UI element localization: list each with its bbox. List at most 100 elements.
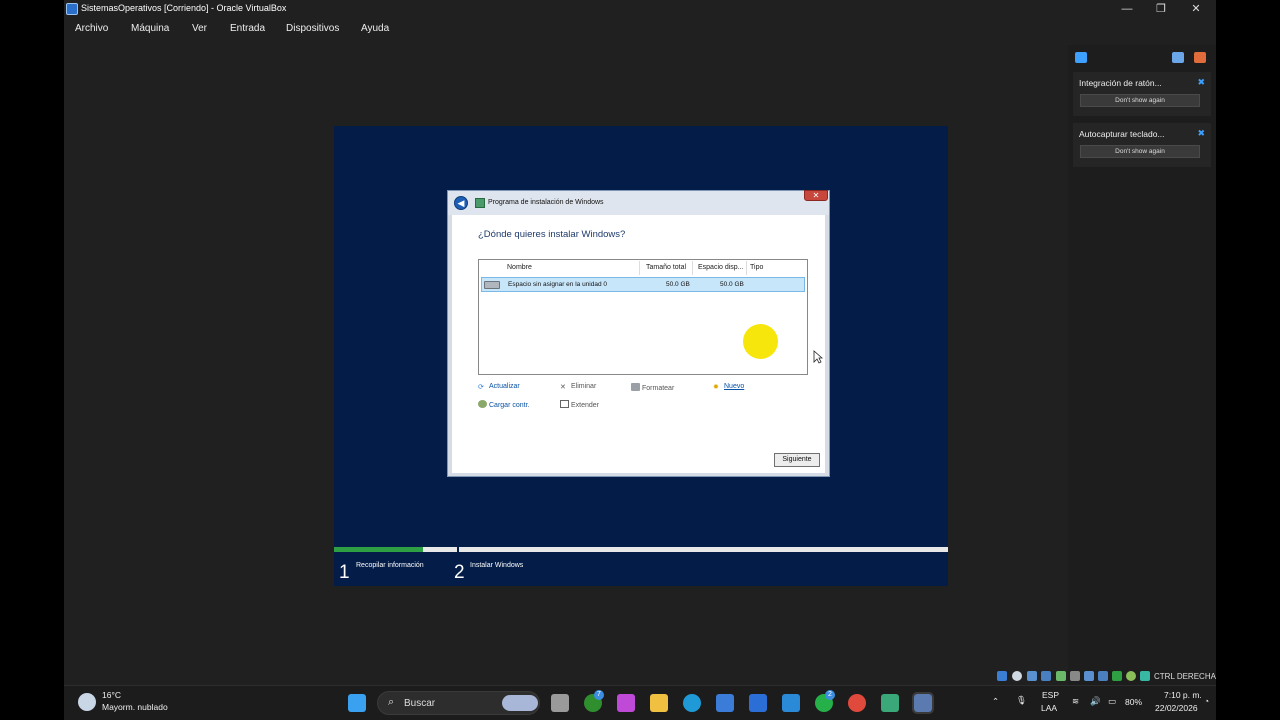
step1-label: Recopilar información	[356, 562, 424, 569]
recording-icon[interactable]	[1098, 671, 1108, 681]
menu-ayuda[interactable]: Ayuda	[361, 23, 389, 34]
extend-label: Extender	[571, 402, 600, 409]
extend-icon	[560, 400, 569, 408]
vm-status-bar: CTRL DERECHA	[994, 670, 1216, 684]
col-separator	[639, 261, 640, 275]
step1-number: 1	[339, 562, 350, 583]
col-nombre[interactable]: Nombre	[507, 264, 532, 271]
shared-folders-icon[interactable]	[1070, 671, 1080, 681]
clock-time[interactable]: 7:10 p. m.	[1164, 690, 1202, 700]
chevron-up-icon[interactable]: ⌃	[992, 696, 999, 707]
load-driver-label: Cargar contr.	[489, 402, 530, 409]
sort-icon[interactable]	[1172, 52, 1184, 63]
delete-icon: ✕	[560, 384, 566, 391]
menu-bar: Archivo Máquina Ver Entrada Dispositivos…	[64, 19, 1216, 39]
minimize-button[interactable]: —	[1110, 1, 1144, 17]
progress-step1-rest	[423, 547, 457, 552]
clock-date[interactable]: 22/02/2026	[1155, 703, 1198, 713]
app-icon[interactable]	[749, 694, 767, 712]
hdd-icon[interactable]	[997, 671, 1007, 681]
menu-archivo[interactable]: Archivo	[75, 23, 108, 34]
search-icon: ⌕	[388, 696, 395, 708]
delete-label: Eliminar	[571, 383, 597, 390]
task-view-icon[interactable]	[551, 694, 569, 712]
format-label: Formatear	[642, 385, 675, 392]
vscode-icon[interactable]	[881, 694, 899, 712]
back-arrow-icon[interactable]: ◀	[454, 196, 468, 210]
menu-maquina[interactable]: Máquina	[131, 23, 169, 34]
close-button[interactable]: ✕	[1179, 1, 1213, 17]
menu-dispositivos[interactable]: Dispositivos	[286, 23, 339, 34]
load-driver-link[interactable]: Cargar contr.	[478, 400, 529, 409]
row-name: Espacio sin asignar en la unidad 0	[508, 281, 608, 288]
chrome-icon[interactable]	[848, 694, 866, 712]
network-icon[interactable]	[1041, 671, 1051, 681]
close-icon[interactable]: ✖	[1197, 128, 1205, 139]
col-espacio-disp[interactable]: Espacio disp...	[698, 264, 744, 271]
disk-icon	[484, 281, 500, 289]
vm-display[interactable]: ◀ Programa de instalación de Windows ✕ ¿…	[334, 126, 948, 586]
row-total: 50.0 GB	[666, 281, 690, 288]
col-separator	[692, 261, 693, 275]
cursor-highlight	[743, 324, 778, 359]
row-free: 50.0 GB	[720, 281, 744, 288]
extend-link[interactable]: Extender	[560, 400, 599, 409]
microphone-icon[interactable]: 🎙	[1016, 695, 1027, 706]
setup-icon	[475, 198, 485, 208]
menu-entrada[interactable]: Entrada	[230, 23, 265, 34]
dialog-close-button[interactable]: ✕	[804, 190, 828, 201]
weather-temp: 16°C	[102, 690, 121, 700]
dialog-titlebar: ◀ Programa de instalación de Windows ✕	[448, 190, 829, 215]
outlook-icon[interactable]	[782, 694, 800, 712]
new-link[interactable]: ✹ Nuevo	[713, 383, 744, 391]
refresh-link[interactable]: ⟳ Actualizar	[478, 383, 520, 391]
volume-icon[interactable]: 🔊	[1090, 696, 1101, 707]
virtualbox-taskbar-icon[interactable]	[912, 692, 934, 714]
keyboard-layout[interactable]: LAA	[1041, 703, 1057, 713]
table-row[interactable]: Espacio sin asignar en la unidad 0 50.0 …	[481, 277, 805, 292]
search-placeholder: Buscar	[404, 698, 436, 709]
optical-drive-icon[interactable]	[1012, 671, 1022, 681]
cpu-icon[interactable]	[1112, 671, 1122, 681]
clear-icon[interactable]	[1194, 52, 1206, 63]
delete-link[interactable]: ✕ Eliminar	[560, 383, 596, 391]
letterbox-left	[0, 0, 64, 720]
format-link[interactable]: Formatear	[631, 383, 674, 392]
display-icon[interactable]	[1084, 671, 1094, 681]
notification-title: Integración de ratón...	[1079, 78, 1162, 88]
dont-show-again-button[interactable]: Don't show again	[1080, 94, 1200, 107]
table-header: Nombre Tamaño total Espacio disp... Tipo	[479, 260, 807, 276]
next-button[interactable]: Siguiente	[774, 453, 820, 467]
letterbox-right	[1216, 0, 1280, 720]
copilot-icon[interactable]	[617, 694, 635, 712]
virtualbox-icon	[66, 3, 78, 15]
notification-panel: Integración de ratón... ✖ Don't show aga…	[1068, 45, 1216, 685]
col-tamano-total[interactable]: Tamaño total	[646, 264, 686, 271]
edge-icon[interactable]	[683, 694, 701, 712]
store-icon[interactable]	[716, 694, 734, 712]
dont-show-again-button[interactable]: Don't show again	[1080, 145, 1200, 158]
battery-icon[interactable]: ▭	[1108, 696, 1116, 707]
wifi-icon[interactable]: ≋	[1072, 696, 1079, 707]
weather-icon[interactable]	[78, 693, 96, 711]
audio-icon[interactable]	[1027, 671, 1037, 681]
file-explorer-icon[interactable]	[650, 694, 668, 712]
refresh-icon: ⟳	[478, 384, 484, 391]
col-tipo[interactable]: Tipo	[750, 264, 763, 271]
menu-ver[interactable]: Ver	[192, 23, 207, 34]
keyboard-icon[interactable]	[1140, 671, 1150, 681]
search-highlight-image	[502, 695, 538, 711]
maximize-button[interactable]: ❐	[1144, 1, 1178, 17]
notification-mouse: Integración de ratón... ✖ Don't show aga…	[1073, 72, 1211, 116]
input-language[interactable]: ESP	[1042, 690, 1059, 700]
notification-bell-icon[interactable]: ◔	[1204, 696, 1209, 706]
usb-icon[interactable]	[1056, 671, 1066, 681]
refresh-label: Actualizar	[489, 383, 520, 390]
search-box[interactable]: ⌕ Buscar	[377, 691, 540, 715]
notification-title: Autocapturar teclado...	[1079, 129, 1165, 139]
mouse-integration-icon[interactable]	[1126, 671, 1136, 681]
close-icon[interactable]: ✖	[1197, 77, 1205, 88]
start-icon[interactable]	[348, 694, 366, 712]
step2-number: 2	[454, 562, 465, 583]
message-icon[interactable]	[1075, 52, 1087, 63]
